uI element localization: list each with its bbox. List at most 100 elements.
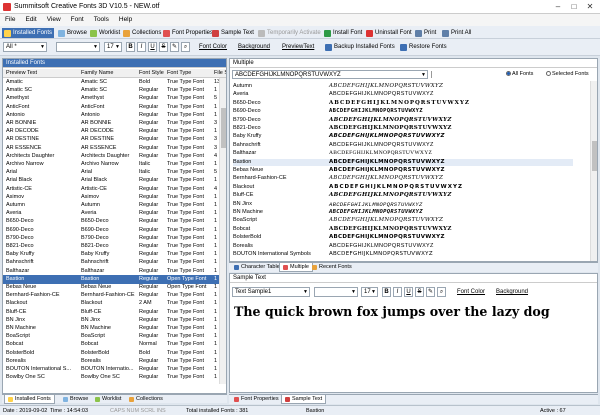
filter-select[interactable]: All * ▼ [3,42,47,52]
sample-background-button[interactable]: Background [494,287,530,297]
sample-text-select[interactable]: Text Sample1 ▼ [232,287,310,297]
table-row[interactable]: Bowlby One SC Bowlby One SC Regular True Ty… [3,373,226,383]
sample-font-color-button[interactable]: Font Color [455,287,487,297]
col-preview-text[interactable]: Preview Text [6,70,78,76]
font-color-button[interactable]: Font Color [197,42,229,52]
table-cell: True Type Font [167,144,204,151]
list-item[interactable]: Balthazar ABCDEFGHIJKLMNOPQRSTUVWXYZ [233,150,573,158]
list-item[interactable]: B821-Deco ABCDEFGHIJKLMNOPQRSTUVWXYZ [233,125,573,133]
list-item[interactable]: Averia ABCDEFGHIJKLMNOPQRSTUVWXYZ [233,91,573,99]
list-item[interactable]: Blackout ABCDEFGHIJKLMNOPQRSTUVWXYZ [233,184,573,192]
scroll-thumb[interactable] [221,108,226,148]
minimize-icon[interactable]: – [552,2,564,12]
col-family-name[interactable]: Family Name [81,70,136,76]
list-item[interactable]: BOUTON International Symbols ABCDEFGHIJKL… [233,251,573,259]
col-font-type[interactable]: Font Type [167,70,213,76]
strike-button[interactable]: S [415,287,424,297]
menu-tools[interactable]: Tools [89,14,114,25]
status-current-font: Bastion [306,408,325,414]
install-font-button[interactable]: Install Font [322,28,364,38]
menu-edit[interactable]: Edit [20,14,41,25]
preview-text-button[interactable]: PreviewText [280,42,316,52]
worklist-button[interactable]: Worklist [88,28,122,38]
list-item[interactable]: BN Jinx ABCDEFGHIJKLMNOPQRSTUVWXYZ [233,201,573,209]
tab-installed-fonts[interactable]: Installed Fonts [4,395,55,404]
list-item[interactable]: B790-Deco ABCDEFGHIJKLMNOPQRSTUVWXYZ [233,117,573,125]
tab-font-properties[interactable]: Font Properties [231,395,282,404]
table-cell: Archivo Narrow [6,161,44,167]
list-item[interactable]: Bahnschrift ABCDEFGHIJKLMNOPQRSTUVWXYZ [233,142,573,150]
table-cell: Asimov [81,193,100,200]
list-item[interactable]: Bebas Neue ABCDEFGHIJKLMNOPQRSTUVWXYZ [233,167,573,175]
zoom-icon[interactable]: ⌕ [437,287,446,297]
tab-multiple[interactable]: Multiple [279,263,313,272]
list-item[interactable]: BolsterBold ABCDEFGHIJKLMNOPQRSTUVWXYZ [233,234,573,242]
eraser-icon[interactable]: ✎ [170,42,179,52]
fonts-scrollbar[interactable] [219,78,226,384]
font-size-select[interactable]: 17 ▼ [104,42,122,52]
list-item[interactable]: Autumn ABCDEFGHIJKLMNOPQRSTUVWXYZ [233,83,573,91]
tab-worklist[interactable]: Worklist [92,395,124,404]
underline-button[interactable]: U [404,287,413,297]
scroll-thumb[interactable] [592,141,597,171]
installed-fonts-button[interactable]: Installed Fonts [2,28,55,38]
menu-help[interactable]: Help [114,14,137,25]
temporarily-activate-button[interactable]: Temporarily Activate [256,28,323,38]
list-item[interactable]: Bastion ABCDEFGHIJKLMNOPQRSTUVWXYZ [233,158,573,167]
zoom-icon[interactable]: ⌕ [181,42,190,52]
list-item[interactable]: BoaScript ABCDEFGHIJKLMNOPQRSTUVWXYZ [233,217,573,225]
underline-button[interactable]: U [148,42,157,52]
table-cell: True Type Font [167,333,204,340]
list-item[interactable]: Borealis ABCDEFGHIJKLMNOPQRSTUVWXYZ [233,243,573,251]
print-all-button[interactable]: Print All [440,28,473,38]
close-icon[interactable]: ✕ [584,2,596,12]
tab-collections[interactable]: Collections [126,395,166,404]
tab-character-table[interactable]: Character Table [231,263,283,272]
table-cell: BoaScript [81,333,105,340]
multiple-preview-input[interactable]: ABCDEFGHIJKLMNOPQRSTUVWXYZ ▼ [232,70,428,79]
selected-fonts-radio[interactable]: Selected Fonts [546,71,589,77]
browse-button[interactable]: Browse [56,28,89,38]
background-button[interactable]: Background [236,42,272,52]
sample-text-preview[interactable]: The quick brown fox jumps over the lazy … [234,304,550,319]
print-button[interactable]: Print [413,28,438,38]
backup-fonts-button[interactable]: Backup Installed Fonts [323,42,397,52]
restore-fonts-button[interactable]: Restore Fonts [398,42,449,52]
maximize-icon[interactable]: □ [568,2,580,12]
menu-view[interactable]: View [42,14,66,25]
col-font-style[interactable]: Font Style [139,70,165,76]
collections-button[interactable]: Collections [121,28,163,38]
menu-file[interactable]: File [0,14,20,25]
sample-text-button[interactable]: Sample Text [210,28,256,38]
radio-icon [506,71,511,77]
eraser-icon[interactable]: ✎ [426,287,435,297]
multiple-scrollbar[interactable] [590,81,597,261]
col-file-size[interactable]: File Si [214,70,226,76]
all-fonts-radio[interactable]: All Fonts [506,71,533,77]
tab-sample-text[interactable]: Sample Text [281,395,327,404]
font-name-select[interactable]: ▼ [56,42,100,52]
list-item[interactable]: Baby Kruffy ABCDEFGHIJKLMNOPQRSTUVWXYZ [233,133,573,141]
bold-button[interactable]: B [382,287,391,297]
list-item[interactable]: B650-Deco ABCDEFGHIJKLMNOPQRSTUVWXYZ [233,100,573,108]
slider-handle[interactable] [431,71,436,78]
list-item[interactable]: Bobcat ABCDEFGHIJKLMNOPQRSTUVWXYZ [233,226,573,234]
bold-button[interactable]: B [126,42,135,52]
strike-button[interactable]: S [159,42,168,52]
list-item[interactable]: Bernhard-Fashion-CE ABCDEFGHIJKLMNOPQRSTU… [233,175,573,183]
tab-recent-fonts[interactable]: Recent Fonts [309,263,355,272]
table-cell: Bahnschrift [6,259,34,266]
list-item[interactable]: BN Machine ABCDEFGHIJKLMNOPQRSTUVWXYZ [233,209,573,217]
backup-icon [325,43,332,51]
list-item[interactable]: Bluff-CE ABCDEFGHIJKLMNOPQRSTUVWXYZ [233,192,573,200]
italic-button[interactable]: I [393,287,402,297]
sample-size-select[interactable]: 17 ▼ [361,287,378,297]
table-cell: 2 AM [139,300,152,307]
list-item[interactable]: B690-Deco ABCDEFGHIJKLMNOPQRSTUVWXYZ [233,108,573,116]
italic-button[interactable]: I [137,42,146,52]
font-properties-button[interactable]: Font Properties [161,28,215,38]
tab-browse[interactable]: Browse [60,395,91,404]
uninstall-font-button[interactable]: Uninstall Font [364,28,414,38]
menu-font[interactable]: Font [66,14,89,25]
sample-font-select[interactable]: ▼ [314,287,358,297]
